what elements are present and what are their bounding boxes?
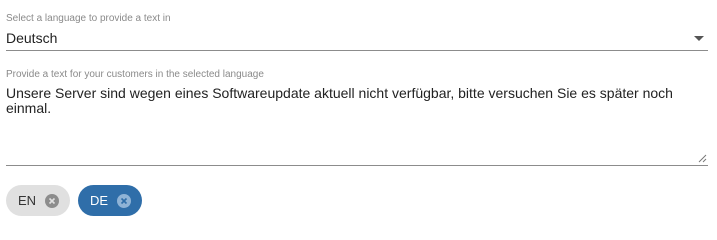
dropdown-arrow-icon[interactable] bbox=[694, 36, 704, 41]
close-circle-icon[interactable] bbox=[117, 193, 132, 208]
language-chip-de[interactable]: DE bbox=[78, 185, 142, 216]
customer-text-value[interactable]: Unsere Server sind wegen eines Softwareu… bbox=[6, 86, 706, 116]
language-select-label: Select a language to provide a text in bbox=[6, 13, 171, 24]
close-circle-icon[interactable] bbox=[45, 193, 60, 208]
language-chip-label: DE bbox=[90, 193, 109, 208]
customer-text-area[interactable]: Unsere Server sind wegen eines Softwareu… bbox=[6, 84, 708, 166]
resize-handle-icon[interactable] bbox=[698, 154, 707, 163]
language-chip-en[interactable]: EN bbox=[6, 185, 70, 216]
language-select-value: Deutsch bbox=[6, 30, 58, 46]
language-select[interactable]: Deutsch bbox=[6, 28, 708, 51]
customer-text-label: Provide a text for your customers in the… bbox=[6, 69, 264, 80]
language-chip-label: EN bbox=[18, 193, 37, 208]
